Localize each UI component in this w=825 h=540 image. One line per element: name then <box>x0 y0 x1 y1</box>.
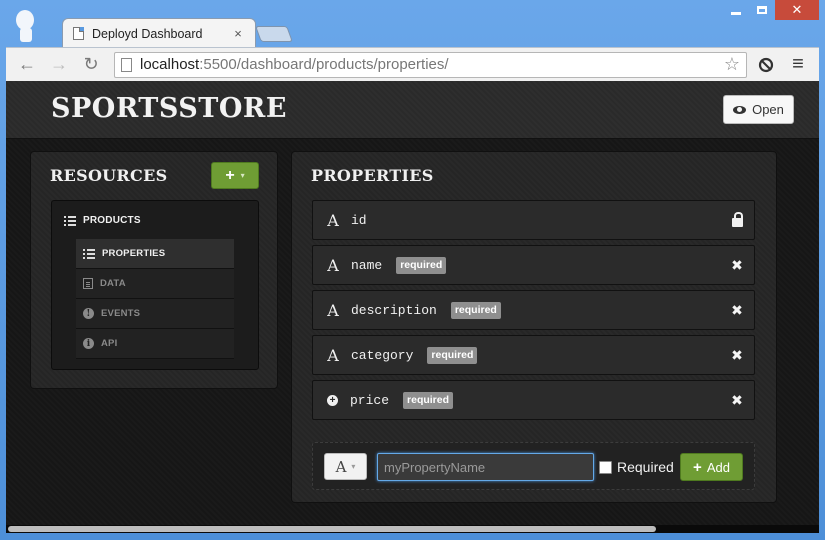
page-icon <box>121 57 132 72</box>
new-tab-button[interactable] <box>255 26 293 42</box>
page-favicon-icon <box>73 27 84 40</box>
plus-icon: + <box>693 458 702 476</box>
properties-title: PROPERTIES <box>311 166 434 185</box>
string-type-icon: A <box>327 255 339 275</box>
required-badge: required <box>450 301 501 319</box>
add-label: Add <box>706 459 730 475</box>
required-checkbox[interactable] <box>599 460 612 474</box>
property-name: name <box>351 257 383 273</box>
maximize-icon <box>757 6 767 14</box>
tree-item-properties[interactable]: PROPERTIES <box>76 239 234 269</box>
horizontal-scrollbar[interactable] <box>6 525 819 533</box>
tree-item-label: API <box>101 338 118 349</box>
address-bar[interactable]: localhost:5500/dashboard/products/proper… <box>114 51 747 78</box>
reload-button[interactable]: ↻ <box>78 52 104 78</box>
window-controls: ✕ <box>723 0 819 20</box>
caret-down-icon: ▾ <box>351 462 356 471</box>
exclamation-icon: ! <box>83 308 94 319</box>
dashboard-page: SPORTSSTORE Open RESOURCES + ▾ PRODUCTS <box>6 81 819 533</box>
string-type-icon: A <box>327 300 339 320</box>
bookmark-star-icon[interactable]: ☆ <box>724 54 740 75</box>
url-host: localhost <box>140 56 200 73</box>
back-arrow-icon: ← <box>18 54 36 74</box>
menu-button[interactable]: ≡ <box>785 52 811 78</box>
browser-window: Deployd Dashboard × ✕ ← → ↻ localhost:55… <box>0 0 825 540</box>
required-badge: required <box>396 256 447 274</box>
tree-item-events[interactable]: ! EVENTS <box>76 299 234 329</box>
reload-icon: ↻ <box>83 54 99 74</box>
close-window-button[interactable]: ✕ <box>775 0 819 20</box>
close-icon: ✕ <box>791 2 803 17</box>
document-icon <box>83 278 93 289</box>
required-badge: required <box>427 346 478 364</box>
maximize-button[interactable] <box>749 0 775 20</box>
property-row-price[interactable]: + price required ✖ <box>312 380 755 420</box>
list-icon <box>64 215 76 226</box>
delete-icon[interactable]: ✖ <box>730 392 744 408</box>
tree-item-data[interactable]: DATA <box>76 269 234 299</box>
required-checkbox-label[interactable]: Required <box>599 459 674 475</box>
scrollbar-thumb[interactable] <box>8 526 656 532</box>
resource-products[interactable]: PRODUCTS <box>64 215 141 226</box>
property-name: description <box>351 302 437 318</box>
tab-close-icon[interactable]: × <box>231 26 245 41</box>
required-label: Required <box>617 459 674 475</box>
list-icon <box>83 248 95 259</box>
delete-icon[interactable]: ✖ <box>730 257 744 273</box>
number-type-icon: + <box>327 394 338 406</box>
tree-item-api[interactable]: i API <box>76 329 234 359</box>
extension-button[interactable] <box>753 52 779 78</box>
tree-item-label: EVENTS <box>101 308 141 319</box>
minimize-button[interactable] <box>723 0 749 20</box>
property-name: price <box>350 392 390 408</box>
resource-tree: PRODUCTS PROPERTIES DATA ! EVENTS i API <box>51 200 259 370</box>
forward-button[interactable]: → <box>46 52 72 78</box>
minimize-icon <box>731 11 741 15</box>
tree-item-label: PROPERTIES <box>102 248 166 259</box>
string-type-icon: A <box>327 345 339 365</box>
browser-tab[interactable]: Deployd Dashboard × <box>62 18 256 48</box>
eye-icon <box>733 105 747 114</box>
caret-down-icon: ▾ <box>240 171 245 180</box>
property-row-name[interactable]: A name required ✖ <box>312 245 755 285</box>
string-type-icon: A <box>327 210 339 230</box>
delete-icon[interactable]: ✖ <box>730 347 744 363</box>
property-row-description[interactable]: A description required ✖ <box>312 290 755 330</box>
brand-title: SPORTSSTORE <box>51 93 287 124</box>
delete-icon[interactable]: ✖ <box>730 302 744 318</box>
resource-children: PROPERTIES DATA ! EVENTS i API <box>76 239 234 359</box>
info-icon: i <box>83 338 94 349</box>
property-type-dropdown[interactable]: A ▾ <box>324 453 367 480</box>
resources-title: RESOURCES <box>50 166 168 185</box>
url-path: :5500/dashboard/products/properties/ <box>199 56 449 73</box>
lock-icon <box>730 211 744 227</box>
open-label: Open <box>752 102 784 117</box>
resource-label: PRODUCTS <box>83 215 141 226</box>
property-name: category <box>351 347 414 363</box>
extension-icon <box>758 57 774 72</box>
add-resource-button[interactable]: + ▾ <box>211 162 259 189</box>
hamburger-menu-icon: ≡ <box>792 53 804 75</box>
tree-item-label: DATA <box>100 278 126 289</box>
tab-title: Deployd Dashboard <box>92 26 203 41</box>
resources-panel: RESOURCES + ▾ PRODUCTS PROPERTIES DATA !… <box>30 151 278 389</box>
url-text[interactable]: localhost:5500/dashboard/products/proper… <box>140 56 716 73</box>
properties-panel: PROPERTIES A id A name required ✖ A desc… <box>291 151 777 503</box>
property-row-category[interactable]: A category required ✖ <box>312 335 755 375</box>
property-row-id[interactable]: A id <box>312 200 755 240</box>
back-button[interactable]: ← <box>14 52 40 78</box>
string-type-icon: A <box>335 457 347 476</box>
new-property-form: A ▾ Required + Add <box>312 442 755 490</box>
profile-icon[interactable] <box>14 10 36 42</box>
app-header: SPORTSSTORE Open <box>6 81 819 139</box>
required-badge: required <box>403 391 454 409</box>
forward-arrow-icon: → <box>50 54 68 74</box>
property-name-input[interactable] <box>377 453 594 481</box>
open-button[interactable]: Open <box>723 95 794 124</box>
add-property-button[interactable]: + Add <box>680 453 743 481</box>
property-name: id <box>351 212 367 228</box>
plus-icon: + <box>225 166 235 184</box>
browser-toolbar: ← → ↻ localhost:5500/dashboard/products/… <box>6 47 819 81</box>
